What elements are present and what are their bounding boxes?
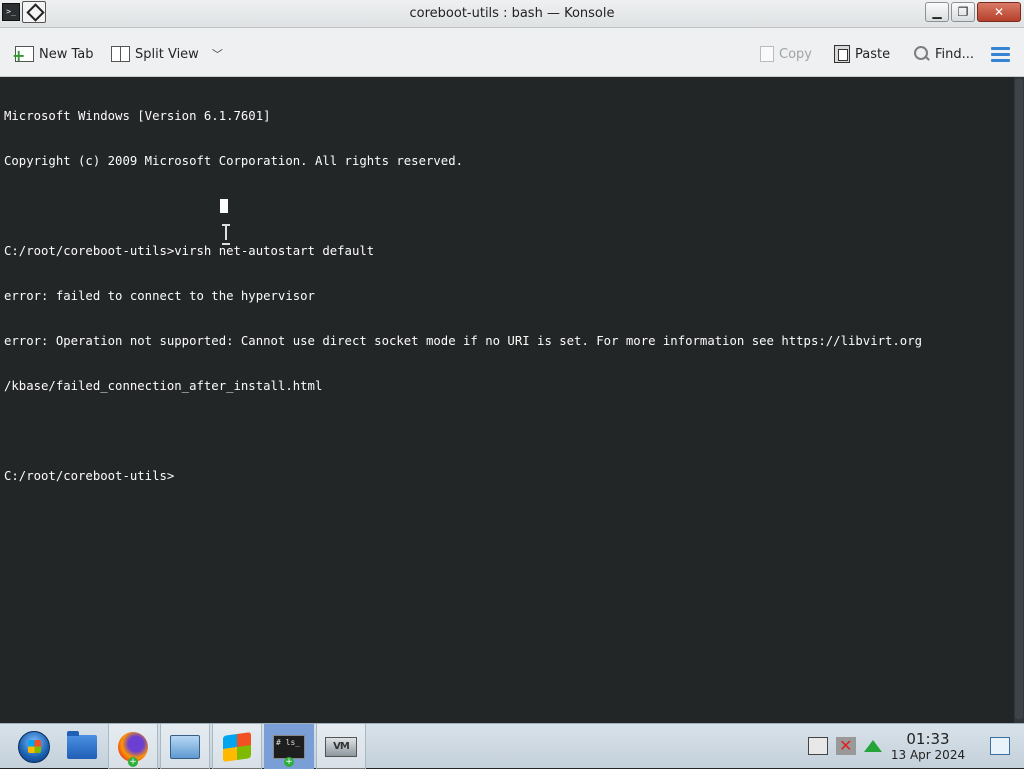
plus-badge-icon: +: [128, 757, 138, 767]
paste-button[interactable]: Paste: [834, 43, 890, 65]
taskbar-firefox[interactable]: +: [108, 724, 158, 769]
taskbar-windows[interactable]: [212, 724, 262, 769]
search-icon: [914, 46, 930, 62]
terminal-line: Copyright (c) 2009 Microsoft Corporation…: [4, 154, 464, 168]
copy-icon: [760, 46, 774, 62]
copy-button[interactable]: Copy: [760, 43, 812, 65]
minimize-button[interactable]: ▁: [925, 2, 949, 22]
split-view-icon: [111, 46, 130, 62]
minimize-icon: ▁: [932, 5, 942, 19]
ibeam-cursor-icon: [222, 224, 230, 245]
taskbar-remote-desktop[interactable]: [160, 724, 210, 769]
terminal-scrollbar[interactable]: [1014, 77, 1024, 723]
network-disconnected-icon[interactable]: [836, 736, 856, 755]
taskbar-file-explorer[interactable]: [57, 724, 107, 769]
windows-flag-icon: [223, 731, 251, 762]
copy-label: Copy: [779, 46, 812, 62]
show-desktop-icon[interactable]: [990, 737, 1010, 755]
terminal-output[interactable]: Microsoft Windows [Version 6.1.7601] Cop…: [0, 77, 1014, 723]
show-hidden-icons-arrow-icon[interactable]: [864, 740, 882, 752]
start-button[interactable]: [9, 724, 59, 769]
restore-icon: ❐: [957, 5, 969, 19]
terminal-line: Microsoft Windows [Version 6.1.7601]: [4, 109, 271, 123]
find-button[interactable]: Find...: [914, 43, 974, 65]
start-orb-icon: [18, 730, 50, 763]
paste-icon: [834, 45, 850, 63]
window-title: coreboot-utils : bash — Konsole: [409, 6, 615, 21]
terminal-line: error: failed to connect to the hypervis…: [4, 289, 315, 303]
taskbar-virtual-machine[interactable]: VM: [316, 724, 366, 769]
clock[interactable]: 01:33 13 Apr 2024: [888, 731, 968, 763]
new-tab-icon: [12, 46, 34, 63]
maximize-button[interactable]: ❐: [951, 2, 975, 22]
remote-desktop-icon: [170, 734, 200, 759]
vm-icon: VM: [325, 736, 357, 757]
taskbar: + # ls_ + VM 01:33 13 Apr 2024: [0, 723, 1024, 769]
terminal-line: C:/root/coreboot-utils>virsh net-autosta…: [4, 244, 375, 258]
new-tab-button[interactable]: New Tab: [12, 43, 94, 65]
close-button[interactable]: ✕: [977, 2, 1021, 22]
find-label: Find...: [935, 46, 975, 62]
toolbar: New Tab Split View ﹀ Copy Paste Find...: [0, 28, 1024, 77]
new-tab-label: New Tab: [39, 46, 94, 62]
terminal-cursor: [220, 199, 228, 213]
clipboard-icon[interactable]: [808, 737, 828, 755]
clock-date: 13 Apr 2024: [890, 748, 966, 762]
chevron-down-icon[interactable]: ﹀: [212, 46, 223, 62]
close-icon: ✕: [993, 5, 1005, 19]
plus-badge-icon: +: [284, 757, 294, 767]
folder-icon: [67, 730, 97, 759]
paste-label: Paste: [855, 46, 891, 62]
title-bar: >_ coreboot-utils : bash — Konsole ▁ ❐ ✕: [0, 0, 1024, 28]
window-controls: ▁ ❐ ✕: [925, 2, 1021, 22]
terminal-line: error: Operation not supported: Cannot u…: [4, 334, 923, 348]
split-view-button[interactable]: Split View ﹀: [111, 43, 223, 65]
terminal-prompt: C:/root/coreboot-utils>: [4, 469, 175, 483]
hamburger-menu-icon[interactable]: [991, 47, 1010, 62]
clock-time: 01:33: [906, 730, 950, 748]
terminal-icon: # ls_: [273, 734, 305, 759]
terminal-line: /kbase/failed_connection_after_install.h…: [4, 379, 323, 393]
taskbar-konsole[interactable]: # ls_ +: [264, 724, 314, 769]
split-view-label: Split View: [135, 46, 199, 62]
scrollbar-thumb[interactable]: [1015, 79, 1023, 719]
